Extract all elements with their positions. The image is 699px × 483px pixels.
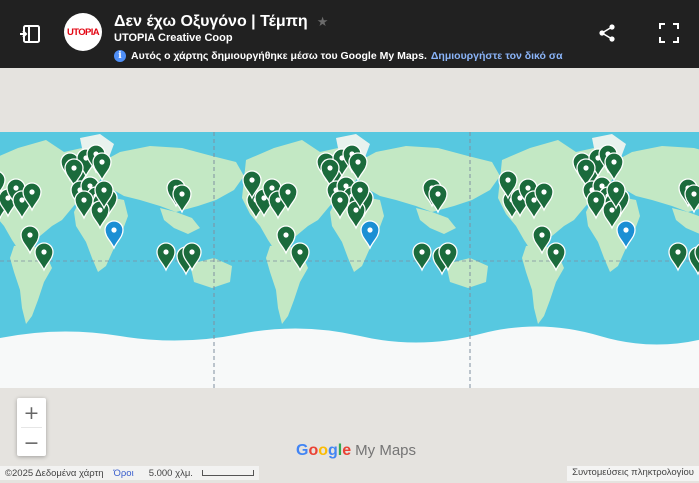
sidebar-toggle-button[interactable] [12, 20, 48, 48]
google-my-maps-logo: G o o g l e My Maps [296, 442, 416, 460]
share-button[interactable] [596, 22, 618, 44]
map-title: Δεν έχω Οξυγόνο | Τέμπη [114, 13, 308, 30]
map-footer: ©2025 Δεδομένα χάρτη Όροι 5.000 χλμ. [0, 466, 259, 480]
terms-link[interactable]: Όροι [109, 468, 139, 479]
google-logo-letter: g [328, 442, 338, 459]
info-icon: i [114, 50, 126, 62]
map-header: UTOPIA Δεν έχω Οξυγόνο | Τέμπη ★ UTOPIA … [0, 0, 699, 68]
zoom-out-button[interactable]: − [17, 428, 46, 457]
google-logo-letter: G [296, 442, 309, 459]
create-map-link[interactable]: Δημιουργήστε τον δικό σα [431, 50, 563, 62]
mymaps-notice: i Αυτός ο χάρτης δημιουργήθηκε μέσω του … [114, 50, 563, 62]
google-logo-letter: e [342, 442, 352, 459]
keyboard-shortcuts-button[interactable]: Συντομεύσεις πληκτρολογίου [567, 466, 699, 481]
share-icon [599, 24, 615, 42]
my-maps-wordmark: My Maps [355, 442, 416, 459]
notice-text: Αυτός ο χάρτης δημιουργήθηκε μέσω του Go… [131, 50, 427, 62]
scale-label: 5.000 χλμ. [148, 467, 193, 479]
logo-text: UTOPIA [66, 26, 100, 38]
zoom-control: + − [17, 398, 46, 456]
scale-bar [201, 470, 254, 476]
map-data-copyright: ©2025 Δεδομένα χάρτη [5, 467, 104, 479]
fullscreen-button[interactable] [656, 20, 682, 46]
scale-control[interactable]: 5.000 χλμ. [139, 468, 259, 479]
map-canvas[interactable] [0, 68, 699, 483]
map-author: UTOPIA Creative Coop [114, 32, 233, 44]
google-logo-letter: o [318, 442, 329, 459]
star-icon[interactable]: ★ [317, 14, 329, 30]
sidebar-toggle-icon [20, 25, 40, 43]
zoom-in-button[interactable]: + [17, 398, 46, 427]
world-map[interactable] [0, 68, 699, 483]
google-logo-letter: o [308, 442, 319, 459]
utopia-logo: UTOPIA [64, 13, 102, 51]
fullscreen-icon [659, 23, 679, 43]
